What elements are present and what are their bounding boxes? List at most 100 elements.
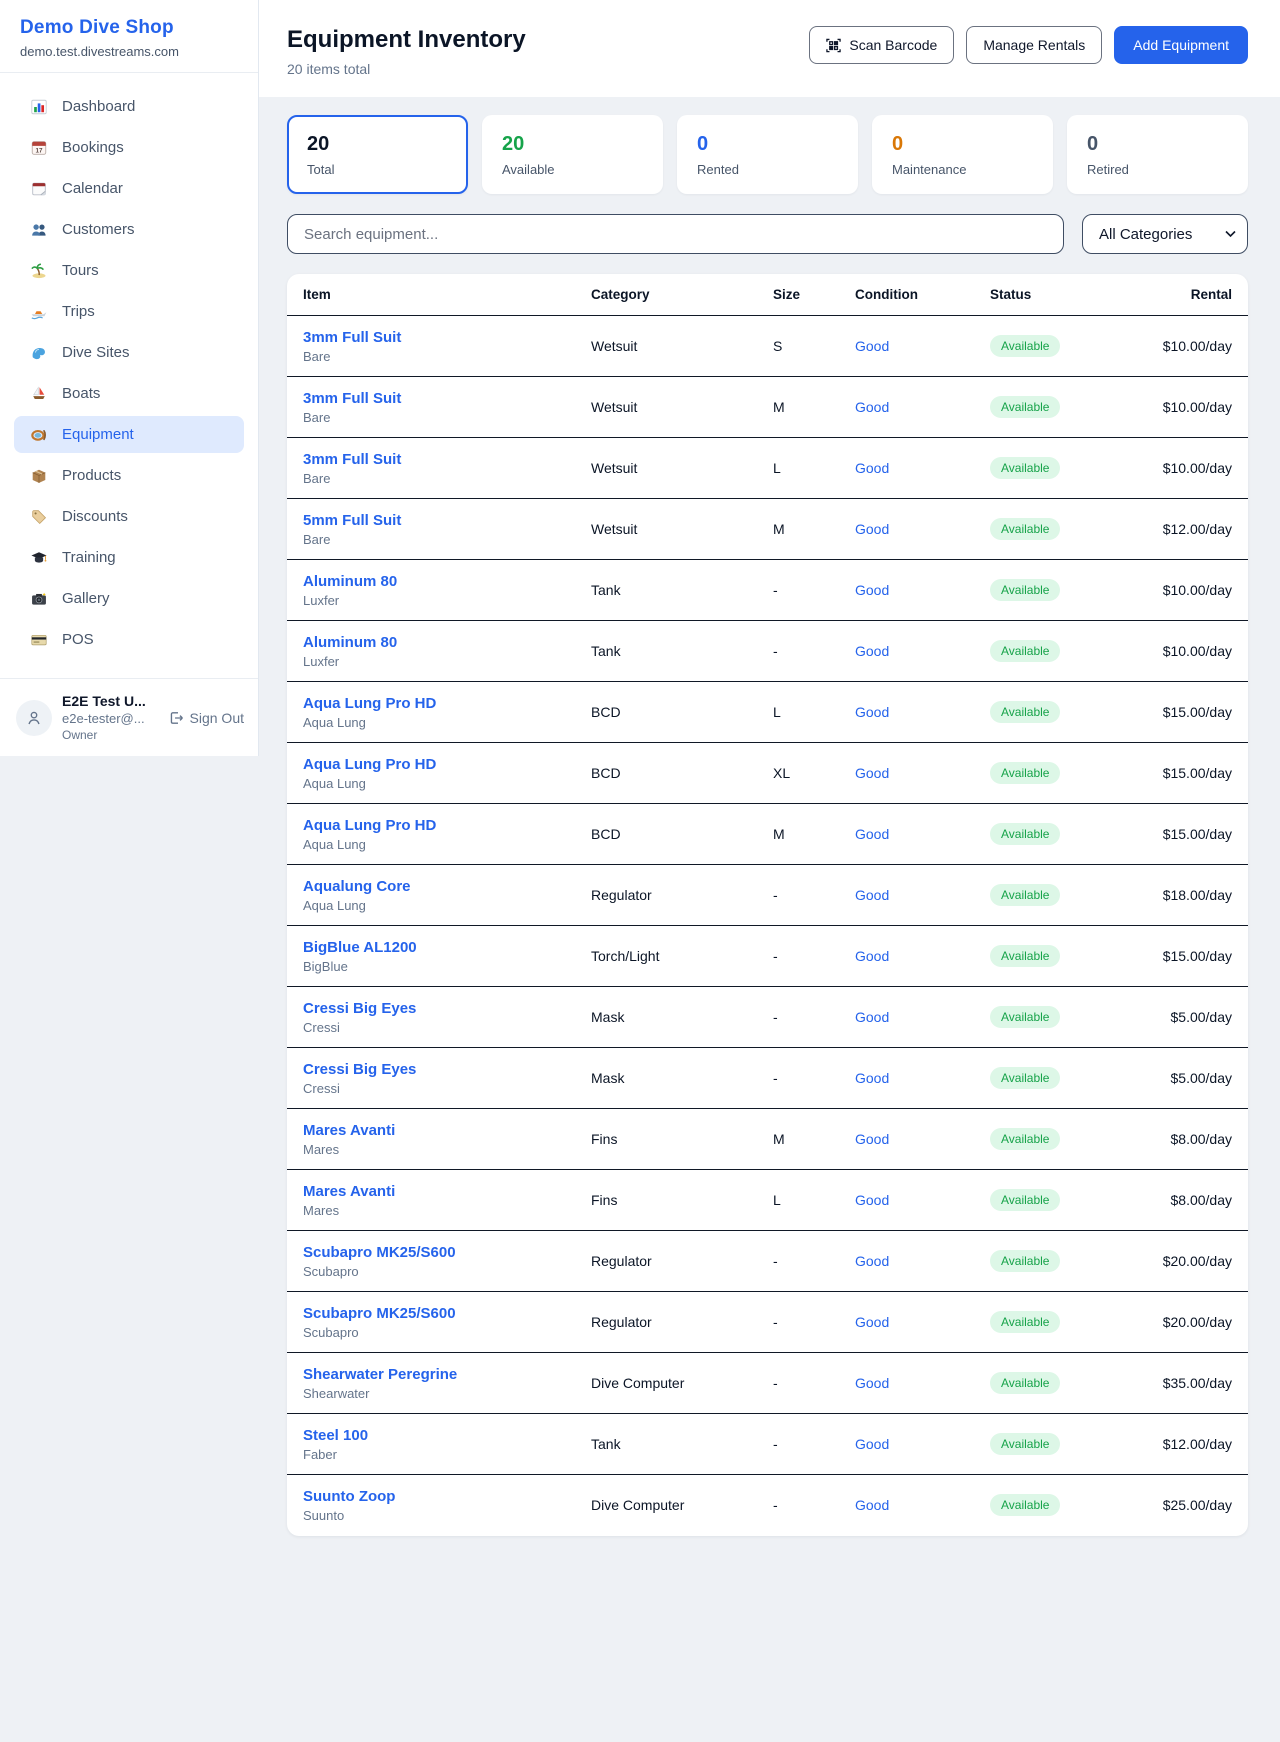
sidebar-item-products[interactable]: Products (14, 457, 244, 494)
sidebar-item-boats[interactable]: Boats (14, 375, 244, 412)
sidebar-item-pos[interactable]: POS (14, 621, 244, 658)
table-row[interactable]: Mares Avanti Mares Fins L Good Available… (287, 1170, 1248, 1231)
table-row[interactable]: 3mm Full Suit Bare Wetsuit M Good Availa… (287, 377, 1248, 438)
stat-card-total[interactable]: 20 Total (287, 115, 468, 194)
table-row[interactable]: Scubapro MK25/S600 Scubapro Regulator - … (287, 1292, 1248, 1353)
stat-card-retired[interactable]: 0 Retired (1067, 115, 1248, 194)
table-row[interactable]: Scubapro MK25/S600 Scubapro Regulator - … (287, 1231, 1248, 1292)
stat-card-rented[interactable]: 0 Rented (677, 115, 858, 194)
sign-out-button[interactable]: Sign Out (168, 710, 244, 726)
item-name-link[interactable]: Aqua Lung Pro HD (303, 695, 575, 712)
brand-block: Demo Dive Shop demo.test.divestreams.com (0, 0, 258, 73)
item-name-link[interactable]: Shearwater Peregrine (303, 1366, 575, 1383)
sidebar-item-calendar[interactable]: Calendar (14, 170, 244, 207)
item-name-link[interactable]: Aluminum 80 (303, 573, 575, 590)
item-name-link[interactable]: Mares Avanti (303, 1183, 575, 1200)
condition-link[interactable]: Good (855, 338, 889, 354)
table-row[interactable]: Aluminum 80 Luxfer Tank - Good Available… (287, 621, 1248, 682)
scan-barcode-button[interactable]: Scan Barcode (809, 26, 954, 64)
condition-link[interactable]: Good (855, 1314, 889, 1330)
status-badge: Available (990, 335, 1060, 357)
item-size: XL (765, 743, 847, 804)
item-name-link[interactable]: Scubapro MK25/S600 (303, 1305, 575, 1322)
condition-link[interactable]: Good (855, 1131, 889, 1147)
item-name-link[interactable]: 3mm Full Suit (303, 451, 575, 468)
sidebar-item-tours[interactable]: Tours (14, 252, 244, 289)
condition-link[interactable]: Good (855, 399, 889, 415)
condition-link[interactable]: Good (855, 826, 889, 842)
item-brand: Luxfer (303, 593, 575, 608)
sidebar-item-customers[interactable]: Customers (14, 211, 244, 248)
table-row[interactable]: BigBlue AL1200 BigBlue Torch/Light - Goo… (287, 926, 1248, 987)
sidebar-item-bookings[interactable]: 17 Bookings (14, 129, 244, 166)
condition-link[interactable]: Good (855, 460, 889, 476)
condition-link[interactable]: Good (855, 1436, 889, 1452)
item-name-link[interactable]: Mares Avanti (303, 1122, 575, 1139)
filter-bar: All Categories (287, 214, 1248, 254)
items-count: 20 items total (287, 61, 526, 77)
item-name-link[interactable]: Suunto Zoop (303, 1488, 575, 1505)
table-row[interactable]: 3mm Full Suit Bare Wetsuit L Good Availa… (287, 438, 1248, 499)
condition-link[interactable]: Good (855, 521, 889, 537)
condition-link[interactable]: Good (855, 1009, 889, 1025)
item-category: BCD (583, 682, 765, 743)
table-row[interactable]: Cressi Big Eyes Cressi Mask - Good Avail… (287, 987, 1248, 1048)
sidebar-item-gallery[interactable]: Gallery (14, 580, 244, 617)
condition-link[interactable]: Good (855, 887, 889, 903)
manage-rentals-button[interactable]: Manage Rentals (966, 26, 1102, 64)
item-name-link[interactable]: Aqua Lung Pro HD (303, 756, 575, 773)
rental-price: $15.00/day (1132, 743, 1248, 804)
item-name-link[interactable]: Cressi Big Eyes (303, 1061, 575, 1078)
item-name-link[interactable]: BigBlue AL1200 (303, 939, 575, 956)
sidebar-item-equipment[interactable]: Equipment (14, 416, 244, 453)
stat-card-available[interactable]: 20 Available (482, 115, 663, 194)
condition-link[interactable]: Good (855, 643, 889, 659)
category-select[interactable]: All Categories (1082, 214, 1248, 254)
status-badge: Available (990, 1311, 1060, 1333)
item-name-link[interactable]: Steel 100 (303, 1427, 575, 1444)
status-badge: Available (990, 1494, 1060, 1516)
stat-card-maintenance[interactable]: 0 Maintenance (872, 115, 1053, 194)
item-name-link[interactable]: Aqua Lung Pro HD (303, 817, 575, 834)
sidebar-item-dashboard[interactable]: Dashboard (14, 88, 244, 125)
sidebar-item-label: Calendar (62, 180, 123, 197)
table-row[interactable]: Shearwater Peregrine Shearwater Dive Com… (287, 1353, 1248, 1414)
table-row[interactable]: 5mm Full Suit Bare Wetsuit M Good Availa… (287, 499, 1248, 560)
condition-link[interactable]: Good (855, 1192, 889, 1208)
sidebar-item-trips[interactable]: Trips (14, 293, 244, 330)
condition-link[interactable]: Good (855, 948, 889, 964)
table-row[interactable]: Aqualung Core Aqua Lung Regulator - Good… (287, 865, 1248, 926)
item-name-link[interactable]: Aluminum 80 (303, 634, 575, 651)
table-row[interactable]: Aqua Lung Pro HD Aqua Lung BCD XL Good A… (287, 743, 1248, 804)
table-row[interactable]: Mares Avanti Mares Fins M Good Available… (287, 1109, 1248, 1170)
sidebar: Demo Dive Shop demo.test.divestreams.com… (0, 0, 259, 756)
condition-link[interactable]: Good (855, 765, 889, 781)
table-row[interactable]: Suunto Zoop Suunto Dive Computer - Good … (287, 1475, 1248, 1536)
sidebar-item-dive-sites[interactable]: Dive Sites (14, 334, 244, 371)
item-name-link[interactable]: Cressi Big Eyes (303, 1000, 575, 1017)
table-header-row: ItemCategorySizeConditionStatusRental (287, 274, 1248, 316)
condition-link[interactable]: Good (855, 1070, 889, 1086)
condition-link[interactable]: Good (855, 1375, 889, 1391)
table-row[interactable]: Steel 100 Faber Tank - Good Available $1… (287, 1414, 1248, 1475)
sidebar-item-label: Discounts (62, 508, 128, 525)
table-row[interactable]: Aluminum 80 Luxfer Tank - Good Available… (287, 560, 1248, 621)
add-equipment-button[interactable]: Add Equipment (1114, 26, 1248, 64)
table-row[interactable]: 3mm Full Suit Bare Wetsuit S Good Availa… (287, 316, 1248, 377)
condition-link[interactable]: Good (855, 1253, 889, 1269)
search-input[interactable] (287, 214, 1064, 254)
condition-link[interactable]: Good (855, 704, 889, 720)
item-name-link[interactable]: 3mm Full Suit (303, 329, 575, 346)
item-name-link[interactable]: Scubapro MK25/S600 (303, 1244, 575, 1261)
item-name-link[interactable]: 3mm Full Suit (303, 390, 575, 407)
rental-price: $35.00/day (1132, 1353, 1248, 1414)
item-name-link[interactable]: Aqualung Core (303, 878, 575, 895)
table-row[interactable]: Cressi Big Eyes Cressi Mask - Good Avail… (287, 1048, 1248, 1109)
table-row[interactable]: Aqua Lung Pro HD Aqua Lung BCD M Good Av… (287, 804, 1248, 865)
item-name-link[interactable]: 5mm Full Suit (303, 512, 575, 529)
table-row[interactable]: Aqua Lung Pro HD Aqua Lung BCD L Good Av… (287, 682, 1248, 743)
condition-link[interactable]: Good (855, 1497, 889, 1513)
condition-link[interactable]: Good (855, 582, 889, 598)
sidebar-item-training[interactable]: Training (14, 539, 244, 576)
sidebar-item-discounts[interactable]: Discounts (14, 498, 244, 535)
